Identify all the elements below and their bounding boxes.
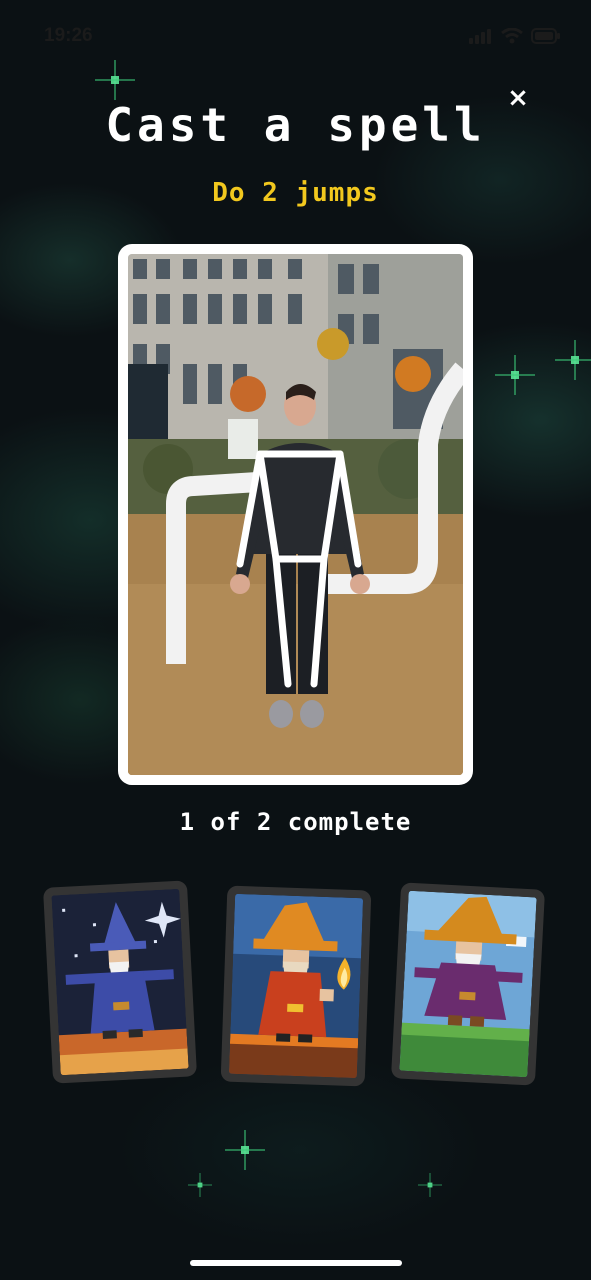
sparkle-icon <box>555 340 591 380</box>
sparkle-icon <box>188 1173 212 1197</box>
wizard-blue-icon <box>51 888 189 1076</box>
page-title: Cast a spell <box>105 98 486 152</box>
wifi-icon <box>501 28 523 44</box>
status-bar: 19:26 <box>44 22 561 50</box>
wizard-fire-icon <box>228 893 364 1079</box>
signal-icon <box>469 29 491 44</box>
task-instruction: Do 2 jumps <box>212 178 379 208</box>
purple-wizard-card[interactable] <box>390 882 546 1086</box>
camera-feed <box>128 254 463 775</box>
fire-wizard-card[interactable] <box>220 885 372 1087</box>
sparkle-icon <box>495 355 535 395</box>
status-icons <box>469 28 561 44</box>
camera-preview <box>118 244 473 785</box>
camera-scene <box>128 254 463 775</box>
sparkle-icon <box>225 1130 265 1170</box>
battery-icon <box>531 28 560 44</box>
home-indicator[interactable] <box>190 1260 402 1266</box>
sparkle-icon <box>95 60 135 100</box>
progress-text: 1 of 2 complete <box>179 808 412 836</box>
wizard-purple-icon <box>399 890 537 1078</box>
blue-wizard-card[interactable] <box>42 880 198 1084</box>
status-time: 19:26 <box>44 25 93 46</box>
wizard-card-row <box>42 880 546 1090</box>
sparkle-icon <box>418 1173 442 1197</box>
